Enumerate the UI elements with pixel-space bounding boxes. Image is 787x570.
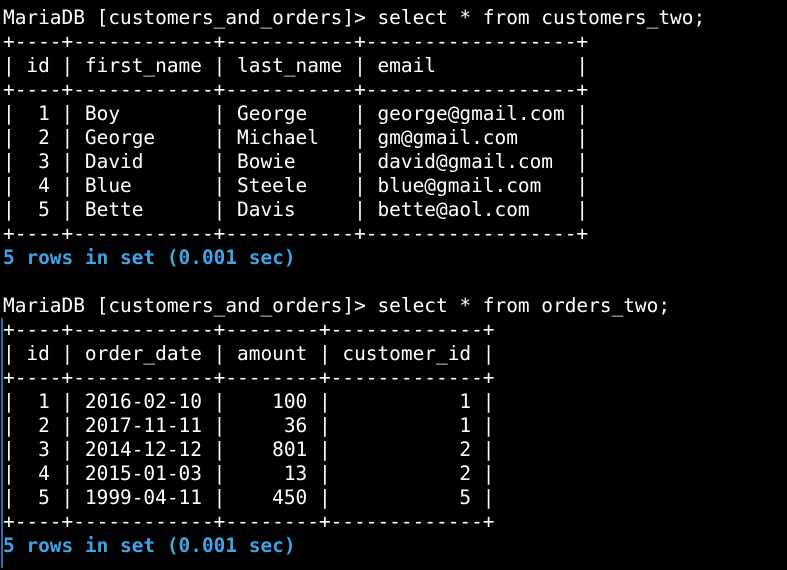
table-border-bottom: +----+------------+-----------+---------… (3, 222, 589, 245)
table-row: | 4 | Blue | Steele | blue@gmail.com | (3, 174, 589, 197)
table-border-top: +----+------------+-----------+---------… (3, 30, 589, 53)
table-row: | 2 | 2017-11-11 | 36 | 1 | (3, 414, 495, 437)
table-row: | 5 | 1999-04-11 | 450 | 5 | (3, 486, 495, 509)
command-prompt-line: MariaDB [customers_and_orders]> select *… (3, 6, 706, 29)
terminal-window[interactable]: MariaDB [customers_and_orders]> select *… (3, 6, 783, 570)
table-row: | 3 | 2014-12-12 | 801 | 2 | (3, 438, 495, 461)
table-row: | 2 | George | Michael | gm@gmail.com | (3, 126, 589, 149)
table-row: | 1 | Boy | George | george@gmail.com | (3, 102, 589, 125)
selection-marker (1, 318, 3, 568)
query-block-orders: MariaDB [customers_and_orders]> select *… (3, 294, 783, 558)
table-border-top: +----+------------+--------+------------… (3, 318, 495, 341)
table-row: | 5 | Bette | Davis | bette@aol.com | (3, 198, 589, 221)
result-status: 5 rows in set (0.001 sec) (3, 246, 296, 269)
table-header: | id | first_name | last_name | email | (3, 54, 589, 77)
table-border-bottom: +----+------------+--------+------------… (3, 510, 495, 533)
command-prompt-line: MariaDB [customers_and_orders]> select *… (3, 294, 671, 317)
table-header: | id | order_date | amount | customer_id… (3, 342, 495, 365)
table-row: | 1 | 2016-02-10 | 100 | 1 | (3, 390, 495, 413)
table-border-mid: +----+------------+-----------+---------… (3, 78, 589, 101)
table-row: | 4 | 2015-01-03 | 13 | 2 | (3, 462, 495, 485)
query-block-customers: MariaDB [customers_and_orders]> select *… (3, 6, 783, 270)
table-row: | 3 | David | Bowie | david@gmail.com | (3, 150, 589, 173)
table-border-mid: +----+------------+--------+------------… (3, 366, 495, 389)
result-status: 5 rows in set (0.001 sec) (3, 534, 296, 557)
